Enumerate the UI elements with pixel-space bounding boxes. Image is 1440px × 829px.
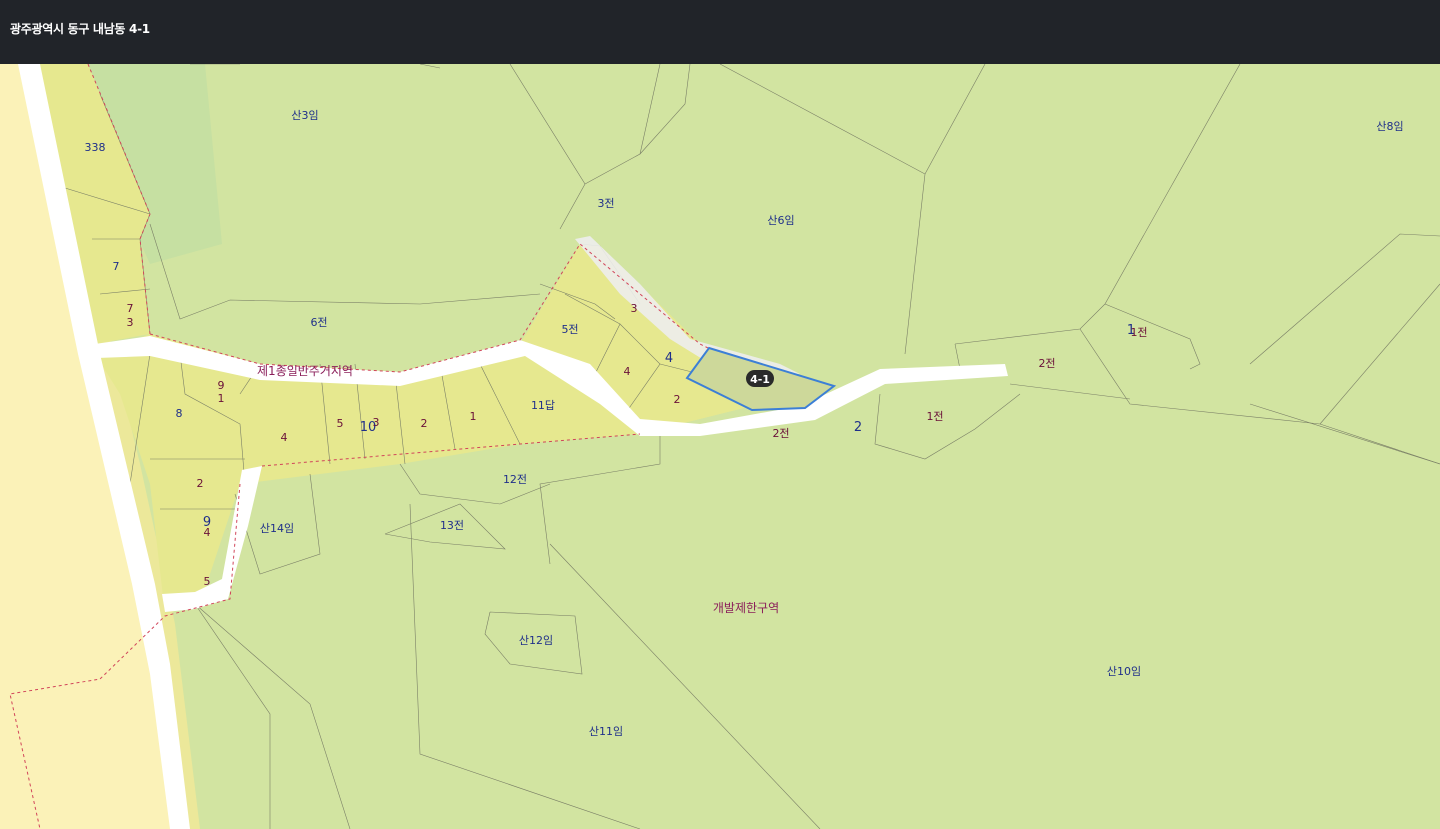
parcel-label-5a: 5 — [337, 417, 344, 430]
map-canvas[interactable]: 4-1 산3임 산6임 산8임 3전 338 7 7 3 6전 5전 3 4 4… — [0, 64, 1440, 829]
zone-label-greenbelt: 개발제한구역 — [713, 601, 779, 615]
parcel-label-2jeon-road: 2전 — [772, 427, 789, 440]
parcel-label-6jeon: 6전 — [310, 316, 327, 329]
parcel-label-3c: 3 — [373, 416, 380, 429]
parcel-label-1a: 1 — [218, 392, 225, 405]
parcel-label-2a: 2 — [674, 393, 681, 406]
parcel-label-3jeon: 3전 — [597, 197, 614, 210]
header-bar: 광주광역시 동구 내남동 4-1 — [0, 0, 1440, 64]
selected-parcel-marker[interactable]: 4-1 — [746, 370, 774, 387]
parcel-label-san10: 산10임 — [1107, 665, 1141, 678]
parcel-label-9a: 9 — [218, 379, 225, 392]
parcel-label-8: 8 — [176, 407, 183, 420]
parcel-label-5b: 5 — [204, 575, 211, 588]
parcel-label-7b: 7 — [127, 302, 134, 315]
parcel-label-san8: 산8임 — [1376, 120, 1403, 133]
parcel-label-1jeon-a: 1전 — [926, 410, 943, 423]
parcel-label-san6: 산6임 — [767, 214, 794, 227]
parcel-label-5jeon: 5전 — [561, 323, 578, 336]
parcel-label-4b: 4 — [624, 365, 631, 378]
parcel-label-2c: 2 — [197, 477, 204, 490]
parcel-label-san14: 산14임 — [260, 522, 294, 535]
parcel-label-7a: 7 — [113, 260, 120, 273]
parcel-label-12jeon: 12전 — [503, 473, 527, 486]
zone-label-residential: 제1종일반주거지역 — [257, 364, 353, 378]
parcel-label-1b: 1 — [470, 410, 477, 423]
parcel-label-4c: 4 — [281, 431, 288, 444]
parcel-label-3b: 3 — [631, 302, 638, 315]
parcel-label-san12: 산12임 — [519, 634, 553, 647]
parcel-label-san11: 산11임 — [589, 725, 623, 738]
parcel-label-11dap: 11답 — [531, 399, 555, 412]
parcel-label-2jeon: 2전 — [1038, 357, 1055, 370]
parcel-label-13jeon: 13전 — [440, 519, 464, 532]
cadastral-map[interactable]: 4-1 산3임 산6임 산8임 3전 338 7 7 3 6전 5전 3 4 4… — [0, 64, 1440, 829]
page-title: 광주광역시 동구 내남동 4-1 — [10, 22, 150, 36]
parcel-label-338: 338 — [85, 141, 106, 154]
parcel-label-3a: 3 — [127, 316, 134, 329]
parcel-label-2-road: 2 — [854, 420, 862, 435]
selected-parcel-label: 4-1 — [750, 373, 770, 386]
parcel-label-san3: 산3임 — [291, 109, 318, 122]
parcel-label-4d: 4 — [204, 526, 211, 539]
parcel-label-4a: 4 — [665, 351, 673, 366]
parcel-label-1jeon-b: 1전 — [1130, 326, 1147, 339]
parcel-label-2b: 2 — [421, 417, 428, 430]
